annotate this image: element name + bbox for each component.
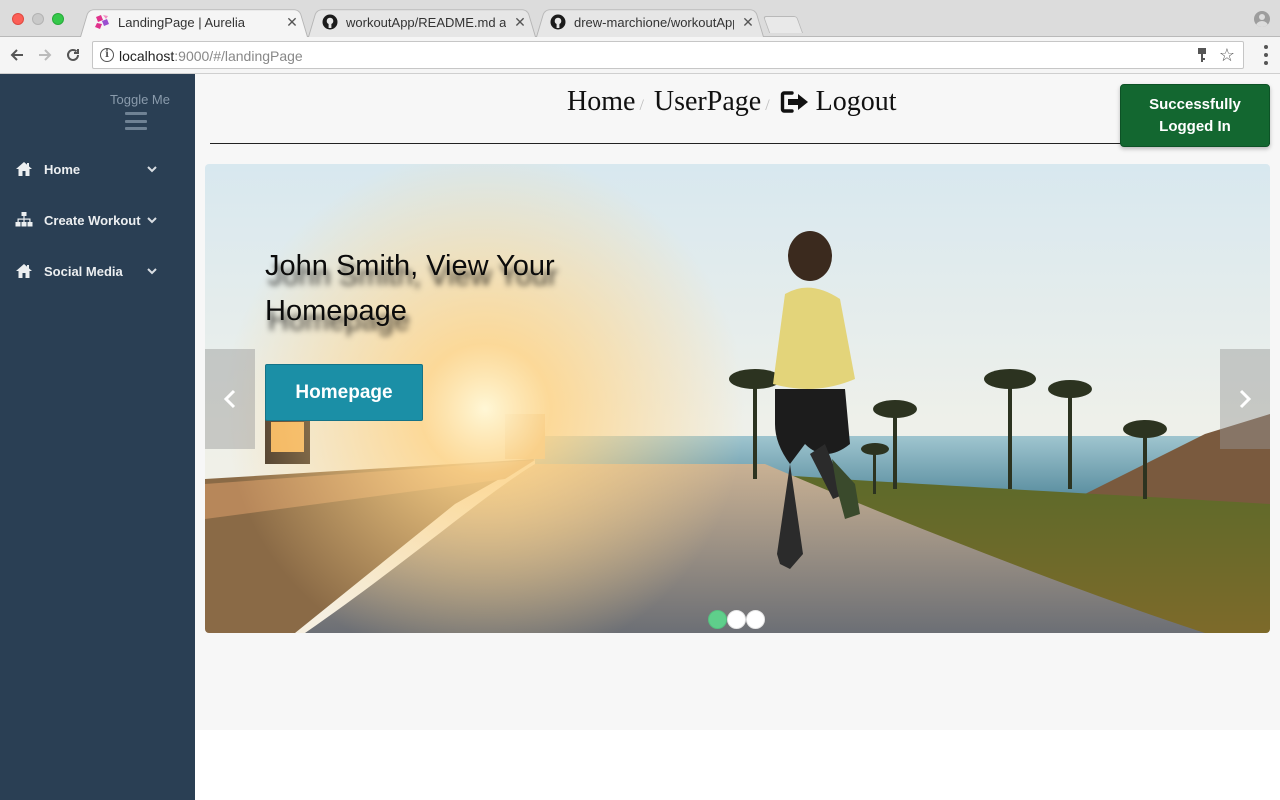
tab-close-icon[interactable]: ✕ xyxy=(740,14,756,31)
new-tab-button[interactable] xyxy=(762,16,804,33)
breadcrumb-separator: / xyxy=(639,97,644,114)
info-icon[interactable]: i xyxy=(100,48,114,62)
nav-link-logout[interactable]: Logout xyxy=(816,86,897,118)
window-close-button[interactable] xyxy=(12,13,24,25)
window-minimize-button[interactable] xyxy=(32,13,44,25)
login-success-toast: Successfully Logged In xyxy=(1120,84,1270,147)
profile-icon[interactable] xyxy=(1254,11,1270,27)
forward-arrow-icon[interactable] xyxy=(33,43,57,67)
hamburger-menu-icon[interactable] xyxy=(125,112,147,130)
sidebar-toggle-label: Toggle Me xyxy=(110,92,170,107)
toast-line-2: Logged In xyxy=(1159,117,1231,135)
tab-title: drew-marchione/workoutApp xyxy=(574,14,734,30)
github-icon xyxy=(550,14,566,30)
sidebar-item-label: Home xyxy=(44,161,81,177)
carousel-prev-button[interactable] xyxy=(205,349,255,449)
home-icon xyxy=(15,262,33,280)
reload-icon[interactable] xyxy=(61,43,85,67)
address-bar[interactable]: i localhost:9000/#/landingPage ☆ xyxy=(92,41,1244,69)
home-icon xyxy=(15,160,33,178)
sidebar-item-social-media[interactable]: Social Media xyxy=(0,253,195,289)
main-content: Home / UserPage / Logout Successfully Log… xyxy=(195,74,1280,730)
chevron-right-icon xyxy=(1239,389,1252,409)
browser-tab-bar: LandingPage | Aurelia ✕ workoutApp/READM… xyxy=(0,0,1280,37)
chevron-down-icon xyxy=(147,217,157,224)
tab-close-icon[interactable]: ✕ xyxy=(284,14,300,31)
nav-link-userpage[interactable]: UserPage xyxy=(654,86,761,118)
hero-title: John Smith, View Your Homepage xyxy=(265,244,605,334)
breadcrumb: Home / UserPage / Logout xyxy=(567,86,897,118)
nav-link-home[interactable]: Home xyxy=(567,86,635,118)
window-maximize-button[interactable] xyxy=(52,13,64,25)
chevron-down-icon xyxy=(147,268,157,275)
bookmark-star-icon[interactable]: ☆ xyxy=(1219,45,1235,66)
carousel-dot[interactable] xyxy=(746,610,765,629)
carousel-dot[interactable] xyxy=(727,610,746,629)
sidebar-item-label: Social Media xyxy=(44,263,123,279)
url-text: localhost:9000/#/landingPage xyxy=(119,48,303,64)
tab-title: workoutApp/README.md at m xyxy=(346,14,506,30)
hero-title-line-2: Homepage xyxy=(265,295,407,327)
tab-title: LandingPage | Aurelia xyxy=(118,14,245,30)
browser-tab-readme[interactable]: workoutApp/README.md at m ✕ xyxy=(308,7,536,37)
browser-menu-icon[interactable] xyxy=(1264,45,1268,65)
aurelia-icon xyxy=(95,15,109,29)
sidebar-item-create-workout[interactable]: Create Workout xyxy=(0,202,195,238)
carousel-next-button[interactable] xyxy=(1220,349,1270,449)
tab-close-icon[interactable]: ✕ xyxy=(512,14,528,31)
carousel-dot[interactable] xyxy=(708,610,727,629)
sidebar: Toggle Me Home Create Workout Social Med… xyxy=(0,74,195,800)
github-icon xyxy=(322,14,338,30)
hero-carousel: John Smith, View Your Homepage Homepage xyxy=(205,164,1270,633)
nav-divider xyxy=(210,143,1270,144)
top-navigation: Home / UserPage / Logout xyxy=(195,74,1280,144)
sitemap-icon xyxy=(15,211,33,229)
key-icon[interactable] xyxy=(1197,48,1207,65)
toast-line-1: Successfully xyxy=(1149,95,1241,113)
browser-toolbar: i localhost:9000/#/landingPage ☆ xyxy=(0,37,1280,74)
chevron-down-icon xyxy=(147,166,157,173)
logout-icon[interactable] xyxy=(780,90,810,114)
hero-title-line-1: John Smith, View Your xyxy=(265,250,555,282)
browser-tab-landingpage[interactable]: LandingPage | Aurelia ✕ xyxy=(80,7,308,37)
browser-tab-repo[interactable]: drew-marchione/workoutApp ✕ xyxy=(536,7,764,37)
homepage-button[interactable]: Homepage xyxy=(265,364,423,421)
back-arrow-icon[interactable] xyxy=(5,43,29,67)
carousel-indicators xyxy=(708,610,765,629)
sidebar-item-home[interactable]: Home xyxy=(0,151,195,187)
breadcrumb-separator: / xyxy=(765,97,770,114)
sidebar-item-label: Create Workout xyxy=(44,212,141,228)
chevron-left-icon xyxy=(223,389,236,409)
